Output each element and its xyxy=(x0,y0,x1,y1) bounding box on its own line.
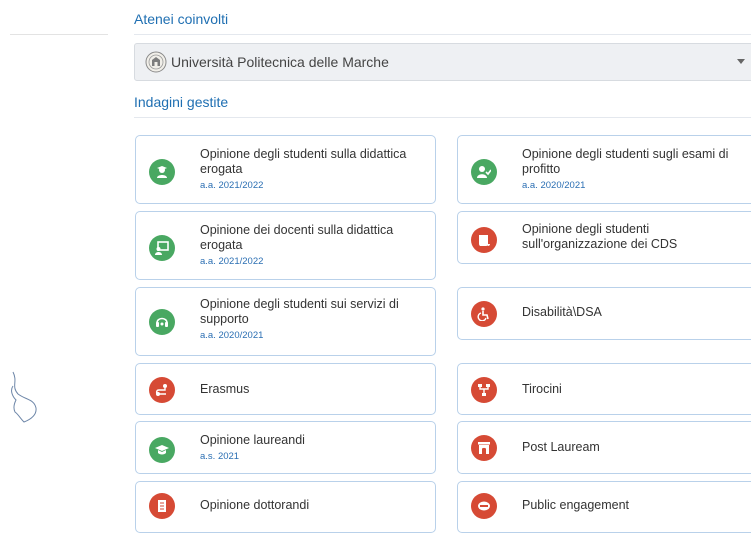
atenei-section-rule xyxy=(134,34,751,35)
document-icon xyxy=(149,493,175,519)
atenei-section-title: Atenei coinvolti xyxy=(134,11,229,27)
user-check-icon xyxy=(471,159,497,185)
survey-card-year: a.a. 2020/2021 xyxy=(200,330,264,341)
survey-card-title: Public engagement xyxy=(522,498,630,512)
survey-card-title: Opinione degli studenti sull'organizzazi… xyxy=(522,222,678,251)
scroll-icon xyxy=(471,227,497,253)
survey-card-year: a.a. 2020/2021 xyxy=(522,180,586,191)
indagini-section-title: Indagini gestite xyxy=(134,94,229,110)
survey-card-disabilita-dsa[interactable]: Disabilità\DSA xyxy=(457,287,751,340)
survey-card-didattica-docenti[interactable]: Opinione dei docenti sulla didattica ero… xyxy=(135,211,436,280)
chevron-down-icon[interactable] xyxy=(737,59,745,64)
megaphone-icon xyxy=(471,493,497,519)
student-graduate-icon xyxy=(149,159,175,185)
survey-card-year: a.a. 2021/2022 xyxy=(200,180,264,191)
graduation-cap-icon xyxy=(149,437,175,463)
ateneo-select[interactable]: Università Politecnica delle Marche xyxy=(134,43,751,81)
survey-card-title: Opinione laureandi xyxy=(200,433,305,447)
survey-card-title: Erasmus xyxy=(200,382,250,396)
survey-card-laureandi[interactable]: Opinione laureandi a.s. 2021 xyxy=(135,421,436,474)
survey-card-year: a.s. 2021 xyxy=(200,451,240,462)
sitemap-icon xyxy=(471,377,497,403)
survey-card-title: Tirocini xyxy=(522,382,562,396)
indagini-section-rule xyxy=(134,117,751,118)
survey-card-title: Opinione degli studenti sui servizi di s… xyxy=(200,297,399,326)
survey-card-didattica-studenti[interactable]: Opinione degli studenti sulla didattica … xyxy=(135,135,436,204)
ateneo-select-value: Università Politecnica delle Marche xyxy=(171,54,389,70)
survey-card-title: Post Lauream xyxy=(522,440,600,454)
survey-card-post-lauream[interactable]: Post Lauream xyxy=(457,421,751,474)
survey-card-esami-profitto[interactable]: Opinione degli studenti sugli esami di p… xyxy=(457,135,751,204)
survey-card-title: Opinione degli studenti sugli esami di p… xyxy=(522,147,729,176)
survey-card-public-engagement[interactable]: Public engagement xyxy=(457,481,751,533)
survey-card-servizi-supporto[interactable]: Opinione degli studenti sui servizi di s… xyxy=(135,287,436,356)
survey-card-title: Disabilità\DSA xyxy=(522,305,602,319)
map-outline-fragment xyxy=(11,371,37,423)
left-panel-divider xyxy=(10,34,108,35)
headset-icon xyxy=(149,309,175,335)
archway-icon xyxy=(471,435,497,461)
university-seal-icon xyxy=(145,51,167,73)
survey-card-tirocini[interactable]: Tirocini xyxy=(457,363,751,415)
survey-card-title: Opinione dei docenti sulla didattica ero… xyxy=(200,223,394,252)
survey-card-year: a.a. 2021/2022 xyxy=(200,256,264,267)
survey-card-title: Opinione dottorandi xyxy=(200,498,310,512)
survey-card-title: Opinione degli studenti sulla didattica … xyxy=(200,147,407,176)
wheelchair-icon xyxy=(471,301,497,327)
route-icon xyxy=(149,377,175,403)
survey-card-dottorandi[interactable]: Opinione dottorandi xyxy=(135,481,436,533)
survey-card-erasmus[interactable]: Erasmus xyxy=(135,363,436,415)
survey-card-organizzazione-cds[interactable]: Opinione degli studenti sull'organizzazi… xyxy=(457,211,751,264)
teacher-board-icon xyxy=(149,235,175,261)
